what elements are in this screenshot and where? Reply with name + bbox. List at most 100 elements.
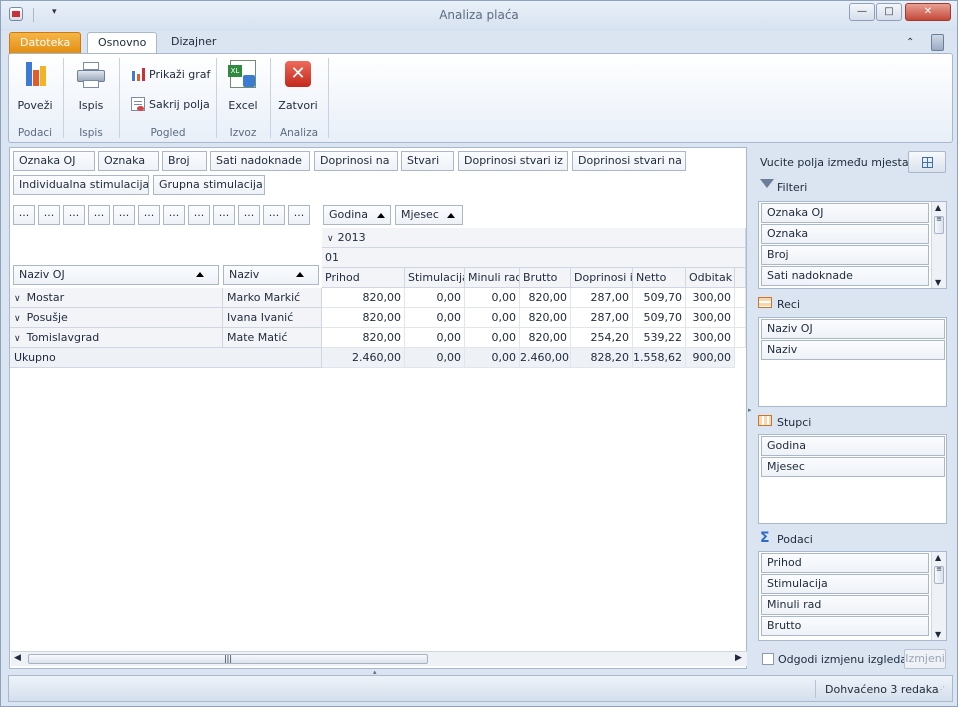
measure-header[interactable]: Minuli rad — [465, 268, 520, 288]
filter-field-doprinosi-stvari-iz[interactable]: Doprinosi stvari iz — [458, 151, 568, 171]
data-list-item[interactable]: Minuli rad — [761, 595, 929, 615]
resize-grip-icon[interactable]: ⋰ — [937, 685, 945, 694]
row-header-oj[interactable]: ∨ Tomislavgrad — [10, 328, 223, 348]
data-cell[interactable]: 509,70 — [633, 308, 686, 328]
scroll-right-icon[interactable]: ▶ — [735, 653, 742, 663]
row-header-name[interactable]: Mate Matić — [223, 328, 322, 348]
data-list-item[interactable]: Prihod — [761, 553, 929, 573]
data-cell[interactable]: 509,70 — [633, 288, 686, 308]
excel-export-button[interactable]: XL Excel — [221, 58, 265, 118]
data-cell[interactable]: 300,00 — [686, 288, 735, 308]
scroll-thumb[interactable]: ≡ — [934, 566, 944, 584]
column-list-item[interactable]: Mjesec — [761, 457, 945, 477]
scroll-up-icon[interactable]: ▲ — [935, 553, 941, 562]
collapse-icon[interactable]: ∨ — [327, 234, 334, 244]
scroll-thumb[interactable]: ||| — [28, 654, 428, 664]
data-cell[interactable]: 820,00 — [520, 308, 571, 328]
column-field-godina[interactable]: Godina — [323, 205, 391, 225]
data-cell[interactable]: 820,00 — [520, 288, 571, 308]
data-cell[interactable]: 0,00 — [465, 288, 520, 308]
tab-design[interactable]: Dizajner — [161, 32, 226, 54]
scroll-down-icon[interactable]: ▼ — [935, 630, 941, 639]
layout-button[interactable] — [908, 151, 946, 173]
data-cell[interactable]: 287,00 — [571, 288, 633, 308]
close-analysis-button[interactable]: ✕ Zatvori — [275, 58, 321, 118]
filter-field-doprinosi-na[interactable]: Doprinosi na — [314, 151, 398, 171]
collapse-icon[interactable]: ∨ — [14, 294, 21, 304]
grand-total-cell[interactable]: 0,00 — [405, 348, 465, 368]
vertical-scrollbar[interactable]: ▲ ≡ ▼ — [931, 552, 946, 640]
data-field-placeholder[interactable]: ... — [188, 205, 210, 225]
data-cell[interactable]: 254,20 — [571, 328, 633, 348]
data-list-item[interactable]: Stimulacija — [761, 574, 929, 594]
data-cell[interactable]: 820,00 — [520, 328, 571, 348]
filter-field-sati-nadoknade[interactable]: Sati nadoknade — [210, 151, 310, 171]
data-field-placeholder[interactable]: ... — [263, 205, 285, 225]
data-field-placeholder[interactable]: ... — [238, 205, 260, 225]
data-cell[interactable]: 539,22 — [633, 328, 686, 348]
column-header-year[interactable]: ∨ 2013 — [322, 228, 746, 248]
column-list-item[interactable]: Godina — [761, 436, 945, 456]
measure-header[interactable]: Netto — [633, 268, 686, 288]
data-cell[interactable]: 287,00 — [571, 308, 633, 328]
grand-total-cell[interactable]: 1.558,62 — [633, 348, 686, 368]
data-field-placeholder[interactable]: ... — [38, 205, 60, 225]
data-field-placeholder[interactable]: ... — [63, 205, 85, 225]
row-header-name[interactable]: Ivana Ivanić — [223, 308, 322, 328]
column-field-mjesec[interactable]: Mjesec — [395, 205, 463, 225]
filter-field-oznaka[interactable]: Oznaka — [98, 151, 159, 171]
calculator-icon[interactable] — [931, 34, 944, 51]
filter-field-stvari[interactable]: Stvari — [401, 151, 454, 171]
data-cell[interactable]: 0,00 — [405, 328, 465, 348]
close-window-button[interactable]: ✕ — [905, 3, 951, 21]
vertical-scrollbar[interactable]: ▲ ≡ ▼ — [931, 202, 946, 288]
measure-header[interactable]: Brutto — [520, 268, 571, 288]
print-button[interactable]: Ispis — [69, 58, 113, 118]
minimize-ribbon-icon[interactable]: ⌃ — [906, 37, 914, 48]
data-field-placeholder[interactable]: ... — [213, 205, 235, 225]
data-cell[interactable]: 0,00 — [465, 308, 520, 328]
grand-total-cell[interactable]: 2.460,00 — [322, 348, 405, 368]
collapse-icon[interactable]: ∨ — [14, 314, 21, 324]
data-field-placeholder[interactable]: ... — [13, 205, 35, 225]
grand-total-cell[interactable]: 828,20 — [571, 348, 633, 368]
grand-total-cell[interactable]: 0,00 — [465, 348, 520, 368]
show-chart-button[interactable]: Prikaži graf — [127, 66, 211, 84]
update-button[interactable]: Izmjeni — [904, 649, 946, 669]
row-header-name[interactable]: Marko Markić — [223, 288, 322, 308]
column-header-month[interactable]: 01 — [322, 248, 746, 268]
data-field-placeholder[interactable]: ... — [163, 205, 185, 225]
data-cell[interactable]: 820,00 — [322, 328, 405, 348]
measure-header[interactable]: Odbitak — [686, 268, 735, 288]
data-cell[interactable]: 820,00 — [322, 288, 405, 308]
scroll-down-icon[interactable]: ▼ — [935, 278, 941, 287]
row-header-oj[interactable]: ∨ Mostar — [10, 288, 223, 308]
scroll-thumb[interactable]: ≡ — [934, 216, 944, 234]
data-field-placeholder[interactable]: ... — [288, 205, 310, 225]
data-cell[interactable]: 300,00 — [686, 308, 735, 328]
tab-file[interactable]: Datoteka — [9, 32, 82, 54]
measure-header[interactable]: Prihod — [322, 268, 405, 288]
defer-layout-checkbox[interactable] — [762, 653, 774, 665]
data-cell[interactable]: 820,00 — [322, 308, 405, 328]
measure-header[interactable]: Stimulacija — [405, 268, 465, 288]
filter-list-item[interactable]: Oznaka — [761, 224, 929, 244]
filter-list-item[interactable]: Broj — [761, 245, 929, 265]
data-cell[interactable]: 0,00 — [405, 288, 465, 308]
row-list-item[interactable]: Naziv — [761, 340, 945, 360]
data-cell[interactable]: 0,00 — [465, 328, 520, 348]
measure-header[interactable]: Doprinosi iz — [571, 268, 633, 288]
data-cell[interactable]: 0,00 — [405, 308, 465, 328]
filter-field-broj[interactable]: Broj — [162, 151, 207, 171]
filter-field-individualna-stimulacija[interactable]: Individualna stimulacija — [13, 175, 149, 195]
maximize-button[interactable]: □ — [876, 3, 902, 21]
data-field-placeholder[interactable]: ... — [138, 205, 160, 225]
row-list-item[interactable]: Naziv OJ — [761, 319, 945, 339]
filter-field-oznaka-oj[interactable]: Oznaka OJ — [13, 151, 95, 171]
data-list-item[interactable]: Brutto — [761, 616, 929, 636]
data-cell[interactable]: 300,00 — [686, 328, 735, 348]
hide-fields-button[interactable]: Sakrij polja — [127, 96, 211, 114]
tab-home[interactable]: Osnovno — [87, 32, 158, 54]
grand-total-cell[interactable]: 900,00 — [686, 348, 735, 368]
horizontal-scrollbar[interactable]: ◀ ||| ▶ — [11, 651, 747, 666]
